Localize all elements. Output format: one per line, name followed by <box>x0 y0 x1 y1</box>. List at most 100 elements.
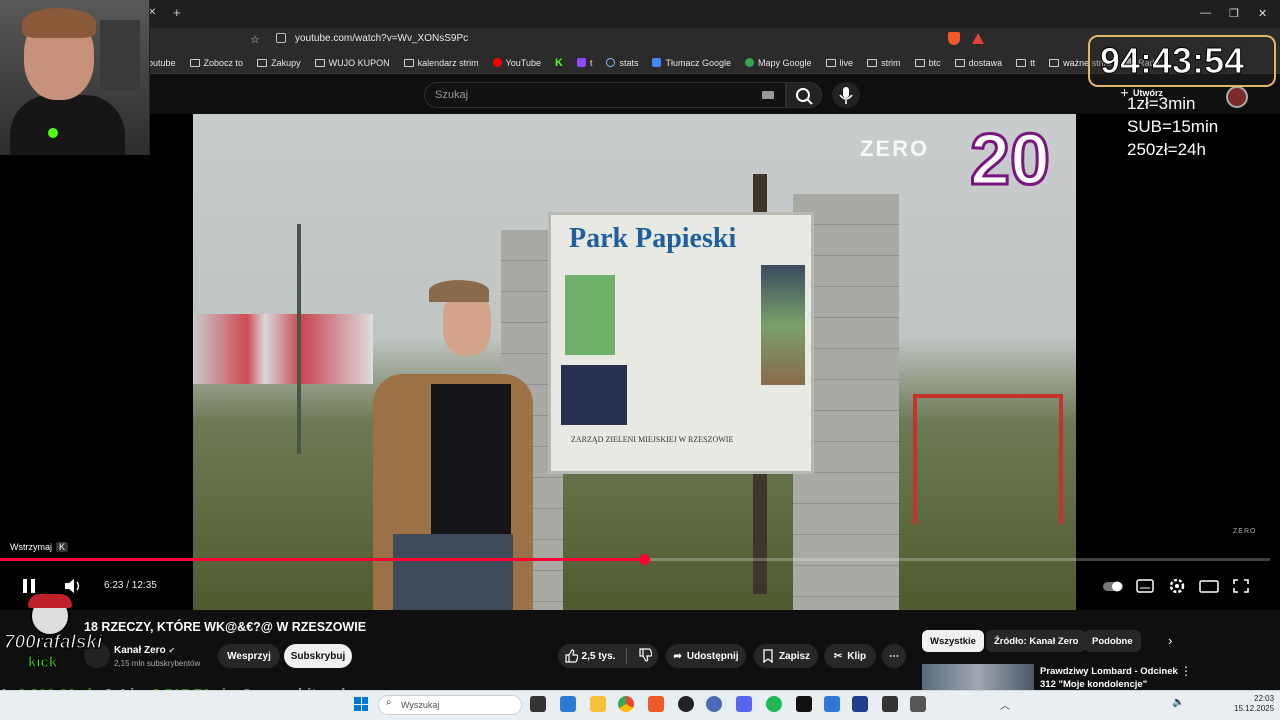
file-explorer-icon[interactable] <box>590 696 606 712</box>
bookmark-item[interactable]: strim <box>867 58 901 68</box>
bookmark-item[interactable]: outube <box>148 58 176 68</box>
keyboard-icon[interactable] <box>762 91 774 99</box>
capcut-icon[interactable] <box>796 696 812 712</box>
bookmark-icon[interactable]: ☆ <box>250 33 260 46</box>
volume-tray-icon[interactable]: 🔈 <box>1172 697 1184 708</box>
save-button[interactable]: Zapisz <box>754 644 818 668</box>
bookmark-item[interactable]: btc <box>914 58 941 68</box>
chevron-right-icon[interactable]: › <box>1168 633 1172 648</box>
voice-search-button[interactable] <box>832 82 860 108</box>
streamer-name: 700rafalski <box>3 631 103 653</box>
webcam-background-shelf <box>100 20 140 90</box>
fullscreen-icon <box>1233 579 1249 593</box>
share-button[interactable]: ➦ Udostępnij <box>666 644 746 668</box>
app2-icon[interactable] <box>910 696 926 712</box>
bookmark-item[interactable]: kalendarz strim <box>403 58 479 68</box>
subscribe-button[interactable]: Subskrybuj <box>284 644 352 668</box>
bookmark-item[interactable]: K <box>555 57 563 69</box>
brave-rewards-icon[interactable] <box>972 33 984 44</box>
obs-icon[interactable] <box>882 696 898 712</box>
task-view-icon[interactable] <box>530 696 546 712</box>
avatar[interactable] <box>1226 86 1248 108</box>
bookmark-item[interactable]: dostawa <box>954 58 1002 68</box>
bookmark-item[interactable]: stats <box>606 58 638 68</box>
thumbs-up-icon <box>564 649 578 663</box>
taskbar-clock[interactable]: 22:03 15.12.2025 <box>1234 694 1274 714</box>
theater-mode-button[interactable] <box>1198 576 1220 596</box>
autoplay-toggle[interactable] <box>1102 576 1124 596</box>
mascot-cap <box>28 594 72 608</box>
brave-icon[interactable] <box>648 696 664 712</box>
folder-icon <box>825 58 836 67</box>
more-actions-button[interactable]: ⋯ <box>882 644 906 668</box>
steam-icon[interactable] <box>824 696 840 712</box>
channel-name[interactable]: Kanał Zero ✔ <box>114 645 175 656</box>
discord-icon[interactable] <box>736 696 752 712</box>
subathon-rules: 1zł=3min SUB=15min 250zł=24h <box>1127 94 1219 159</box>
bookmark-item[interactable]: Mapy Google <box>745 58 812 68</box>
new-tab-button[interactable]: + <box>173 5 181 20</box>
like-dislike-group: 2,5 tys. <box>558 644 658 668</box>
x-app-icon[interactable] <box>852 696 868 712</box>
tab-strip <box>0 0 1280 28</box>
maximize-button[interactable]: ❐ <box>1229 7 1239 20</box>
bookmark-item[interactable]: live <box>825 58 853 68</box>
like-button[interactable]: 2,5 tys. <box>564 649 615 663</box>
kick-logo: kick <box>27 654 58 672</box>
minimize-button[interactable]: — <box>1200 7 1211 19</box>
close-window-button[interactable]: ✕ <box>1258 7 1267 20</box>
chip-source[interactable]: Źródło: Kanał Zero <box>986 630 1087 652</box>
bookmark-item[interactable]: Zakupy <box>257 58 301 68</box>
verified-icon: ✔ <box>168 646 176 655</box>
bookmark-item[interactable]: t <box>576 58 592 68</box>
volume-icon <box>65 579 80 593</box>
chrome-icon[interactable] <box>618 696 634 712</box>
kick-icon: K <box>555 56 563 69</box>
subscriber-count: 2,15 mln subskrybentów <box>114 659 201 668</box>
url-field[interactable]: youtube.com/watch?v=Wv_XONsS9Pc <box>295 33 468 44</box>
dislike-button[interactable] <box>638 647 653 665</box>
folder-icon <box>914 58 925 67</box>
bookmark-item[interactable]: WUJO KUPON <box>314 58 390 68</box>
taskbar-search[interactable]: Wyszukaj <box>378 695 522 715</box>
more-vert-icon[interactable]: ⋮ <box>1180 664 1192 678</box>
bookmark-item[interactable]: YouTube <box>492 58 541 68</box>
site-info-icon[interactable] <box>276 33 286 43</box>
brave-shield-icon[interactable] <box>948 32 960 45</box>
chip-all[interactable]: Wszystkie <box>922 630 984 652</box>
spotify-icon[interactable] <box>766 696 782 712</box>
bookmark-item[interactable]: Tłumacz Google <box>652 58 731 68</box>
recommended-thumbnail[interactable] <box>922 664 1034 690</box>
channel-logo: ZERO <box>860 136 930 161</box>
tray-chevron-icon[interactable]: ︿ <box>1000 697 1010 712</box>
progress-scrubber[interactable] <box>638 554 650 565</box>
search-input[interactable]: Szukaj <box>424 82 786 108</box>
widgets-icon[interactable] <box>560 696 576 712</box>
subtitles-button[interactable] <box>1134 576 1156 596</box>
pause-button[interactable] <box>18 576 40 596</box>
streamer-hair <box>22 8 96 38</box>
clip-button[interactable]: ✂ Klip <box>824 644 876 668</box>
search-button[interactable] <box>786 82 822 108</box>
search-icon <box>796 88 813 105</box>
thumbs-down-icon <box>639 647 653 662</box>
bookmark-item[interactable]: tt <box>1016 58 1035 68</box>
start-button[interactable] <box>354 697 368 711</box>
subtitles-icon <box>1136 579 1154 593</box>
recommended-title[interactable]: Prawdziwy Lombard - Odcinek 312 "Moje kon… <box>1040 665 1178 691</box>
mic-light <box>48 128 58 138</box>
settings-button[interactable] <box>1166 576 1188 596</box>
sign-photo-night <box>561 365 627 425</box>
bookmark-item[interactable]: Zobocz to <box>189 58 243 68</box>
app-icon[interactable] <box>706 696 722 712</box>
github-icon[interactable] <box>678 696 694 712</box>
microphone-icon <box>839 87 853 104</box>
sign-photos <box>761 265 805 385</box>
chip-related[interactable]: Podobne <box>1084 630 1141 652</box>
time-display: 6:23 / 12:35 <box>104 580 157 591</box>
video-frame[interactable]: Park Papieski ZARZĄD ZIELENI MIEJSKIEJ W… <box>193 114 1076 610</box>
volume-button[interactable] <box>62 576 84 596</box>
support-button[interactable]: Wesprzyj <box>218 644 280 668</box>
fullscreen-button[interactable] <box>1230 576 1252 596</box>
park-sign: Park Papieski ZARZĄD ZIELENI MIEJSKIEJ W… <box>548 212 814 474</box>
